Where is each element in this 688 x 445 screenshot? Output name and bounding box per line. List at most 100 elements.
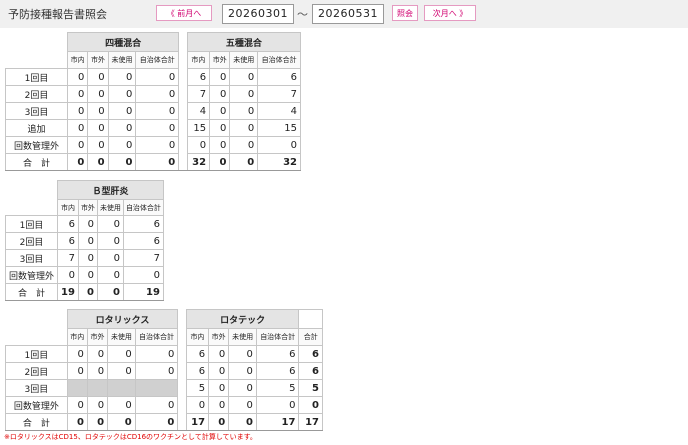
table-row: 1回目 6 0 0 6 [4, 215, 164, 233]
cell-value: 0 [134, 396, 179, 414]
cell-value: 0 [66, 345, 88, 363]
cell-value: 0 [107, 136, 137, 154]
cell-value: 0 [86, 396, 109, 414]
cell-value: 0 [96, 266, 124, 284]
cell-value: 0 [66, 102, 89, 120]
row-label: 合 計 [5, 413, 68, 431]
cell-value: 0 [87, 85, 109, 103]
cell-value: 0 [66, 85, 89, 103]
cell-value: 0 [208, 413, 230, 431]
col-header: 自治体合計 [135, 51, 180, 69]
col-header: 自治体合計 [255, 328, 300, 346]
table-row: 3回目 5 0 0 5 5 [5, 379, 323, 397]
group-header-rotateq: ロタテック [185, 309, 300, 329]
cell-value: 0 [77, 283, 98, 301]
cell-value: 6 [57, 215, 79, 233]
cell-value: 0 [77, 266, 98, 284]
cell-value: 0 [209, 68, 231, 86]
col-header: 市内 [186, 51, 211, 69]
cell-value: 0 [208, 396, 230, 414]
prev-month-button[interactable]: 《 前月へ [156, 5, 212, 21]
col-header: 市内 [185, 328, 210, 346]
col-header: 自治体合計 [134, 328, 179, 346]
cell-value: 0 [135, 119, 180, 137]
cell-value: 15 [186, 119, 211, 137]
cell-value: 0 [208, 379, 230, 397]
cell-value: 0 [86, 345, 109, 363]
header-bar: 予防接種報告書照会 《 前月へ 20260301 〜 20260531 照会 次… [0, 0, 688, 28]
cell-value: 17 [185, 413, 210, 431]
col-header: 市外 [208, 328, 230, 346]
end-date-input[interactable]: 20260531 [312, 4, 384, 24]
cell-value: 0 [229, 85, 259, 103]
cell-value: 6 [257, 68, 301, 86]
cell-value: 0 [107, 102, 137, 120]
row-label: 2回目 [5, 362, 68, 380]
cell-value: 0 [229, 68, 259, 86]
row-label: 追加 [5, 119, 68, 137]
cell-value: 6 [255, 362, 300, 380]
table-row: 2回目 0 0 0 0 7 0 0 7 [5, 85, 301, 103]
cell-value: 0 [107, 362, 136, 380]
cell-value: 0 [209, 153, 231, 171]
cell-value: 0 [107, 396, 136, 414]
col-header: 市内 [66, 51, 89, 69]
grand-total-cell: 0 [298, 396, 323, 414]
row-label: 回数管理外 [5, 396, 68, 414]
cell-value: 0 [96, 215, 124, 233]
cell-value: 0 [135, 153, 180, 171]
cell-value: 0 [255, 396, 300, 414]
cell-value: 0 [87, 102, 109, 120]
grand-total-cell: 5 [298, 379, 323, 397]
row-label: 合 計 [5, 153, 68, 171]
cell-value: 4 [186, 102, 211, 120]
col-header: 自治体合計 [122, 199, 164, 216]
cell-value: 0 [96, 232, 124, 250]
cell-value: 0 [66, 136, 89, 154]
cell-value: 0 [86, 413, 109, 431]
table-row: 2回目 6 0 0 6 [4, 232, 164, 250]
cell-value: 0 [134, 345, 179, 363]
cell-value: 7 [57, 249, 79, 267]
cell-value: 0 [66, 68, 89, 86]
cell-value: 0 [229, 153, 259, 171]
cell-value: 0 [228, 379, 257, 397]
cell-value: 6 [185, 345, 210, 363]
col-header: 市外 [77, 199, 98, 216]
col-header: 市外 [86, 328, 109, 346]
cell-value: 0 [229, 102, 259, 120]
cell-value: 6 [122, 232, 164, 250]
cell-value: 0 [229, 119, 259, 137]
query-button[interactable]: 照会 [392, 5, 418, 21]
group-header-hepb: Ｂ型肝炎 [57, 180, 164, 200]
cell-value: 0 [77, 232, 98, 250]
cell-value: 0 [122, 266, 164, 284]
cell-value: 6 [122, 215, 164, 233]
cell-value: 6 [57, 232, 79, 250]
cell-value: 0 [134, 413, 179, 431]
col-header: 市内 [57, 199, 79, 216]
cell-value: 0 [257, 136, 301, 154]
cell-value: 0 [86, 362, 109, 380]
cell-value: 17 [255, 413, 300, 431]
table-row: 3回目 7 0 0 7 [4, 249, 164, 267]
cell-value: 0 [96, 249, 124, 267]
cell-value: 0 [209, 85, 231, 103]
col-header: 未使用 [96, 199, 124, 216]
col-header: 未使用 [229, 51, 259, 69]
cell-value: 0 [107, 68, 137, 86]
start-date-input[interactable]: 20260301 [222, 4, 294, 24]
col-header: 未使用 [107, 51, 137, 69]
cell-value: 0 [228, 413, 257, 431]
next-month-button[interactable]: 次月へ 》 [424, 5, 476, 21]
col-header: 市外 [209, 51, 231, 69]
row-label: 1回目 [5, 68, 68, 86]
col-header: 市内 [66, 328, 88, 346]
cell-value: 0 [107, 345, 136, 363]
grand-total-cell: 6 [298, 362, 323, 380]
row-label: 合 計 [4, 283, 59, 301]
cell-value: 0 [107, 413, 136, 431]
cell-value: 0 [135, 68, 180, 86]
row-label: 3回目 [5, 102, 68, 120]
cell-value: 0 [87, 136, 109, 154]
